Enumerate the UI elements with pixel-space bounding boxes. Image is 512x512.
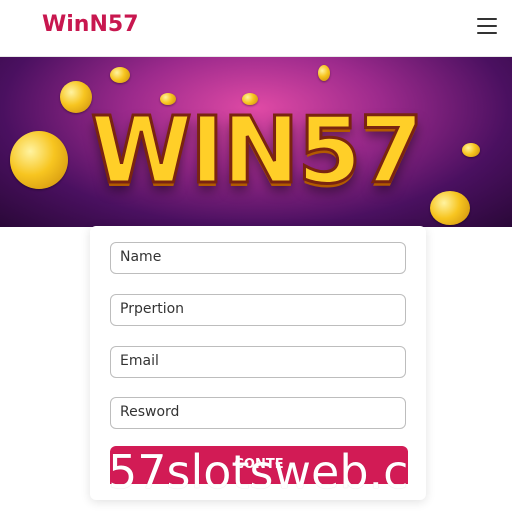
menu-line [477, 25, 497, 27]
signup-form: Name Prpertion Email Resword CONTE [90, 226, 426, 500]
menu-line [477, 18, 497, 20]
proportion-input[interactable]: Prpertion [110, 294, 406, 326]
name-input[interactable]: Name [110, 242, 406, 274]
hero-banner: WIN57 [0, 57, 512, 227]
banner-headline: WIN57 [89, 97, 425, 204]
password-input[interactable]: Resword [110, 397, 406, 429]
email-input[interactable]: Email [110, 346, 406, 378]
site-logo[interactable]: WinN57 [42, 12, 139, 37]
site-header: WinN57 [0, 0, 512, 57]
hamburger-menu-icon[interactable] [474, 14, 500, 38]
menu-line [477, 32, 497, 34]
coin-graphic [110, 67, 130, 83]
coin-graphic [318, 65, 330, 81]
submit-button[interactable]: CONTE [110, 446, 408, 484]
